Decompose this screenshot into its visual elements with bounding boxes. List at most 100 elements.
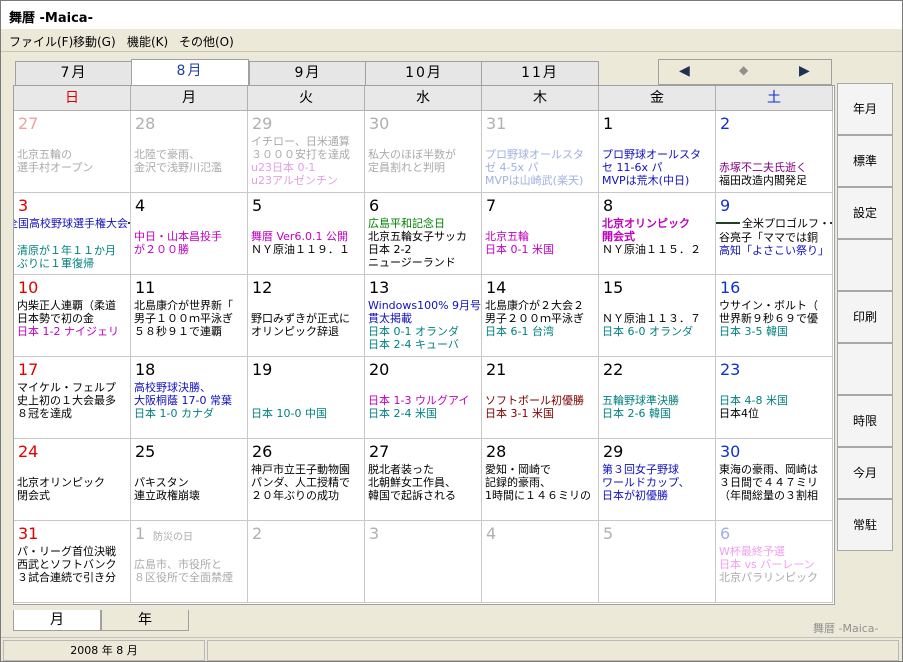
day-cell[interactable]: 2 赤塚不二夫氏逝く 福田改造内閣発足 <box>716 111 833 193</box>
day-cell[interactable]: 20 日本 1-3 ウルグアイ 日本 2-4 米国 <box>365 357 482 439</box>
event-text: マイケル・フェルプ <box>17 381 116 394</box>
day-cell[interactable]: 21 ソフトボール初優勝 日本 3-1 米国 <box>482 357 599 439</box>
day-number: 13 <box>369 278 390 297</box>
day-number: 30 <box>720 442 741 461</box>
day-cell[interactable]: 25 パキスタン 連立政権崩壊 <box>131 439 248 521</box>
tab-month-3[interactable]: 9月 <box>249 61 367 85</box>
day-number: 27 <box>369 442 390 461</box>
event-text: W杯最終予選 <box>719 545 785 558</box>
event-text: 北朝鮮女工作員、 <box>368 476 456 489</box>
tab-month-2[interactable]: 8月 <box>131 59 249 85</box>
event-text: 記録的豪雨、 <box>485 476 551 489</box>
day-number: 5 <box>252 196 263 215</box>
day-cell[interactable]: 17 マイケル・フェルプ 史上初の１大会最多 ８冠を達成 <box>14 357 131 439</box>
tab-year-view[interactable]: 年 <box>101 610 189 631</box>
day-cell[interactable]: 16 ウサイン・ボルト（ 世界新９秒６９で優 日本 3-5 韓国 <box>716 275 833 357</box>
day-cell[interactable]: 18 高校野球決勝、 大阪桐蔭 17-0 常葉 日本 1-0 カナダ <box>131 357 248 439</box>
tab-month-view[interactable]: 月 <box>13 610 101 631</box>
status-date: 2008 年 8 月 <box>3 640 205 661</box>
day-cell[interactable]: 3 全国高校野球選手権大会 清原が１年１１か月 ぶりに１軍復帰 <box>14 193 131 275</box>
calendar-grid: 日月火水木金土 27 北京五輪の 選手村オープン 28 北陸で豪雨、 金沢で浅野川氾濫 29 イ… <box>13 85 835 605</box>
day-cell[interactable]: 27 北京五輪の 選手村オープン <box>14 111 131 193</box>
event-text: 第３回女子野球 <box>602 463 679 476</box>
blank-button-1[interactable] <box>837 239 893 291</box>
day-cell[interactable]: 29 第３回女子野球 ワールドカップ、 日本が初優勝 <box>599 439 716 521</box>
event-text: 北京五輪 <box>485 230 529 243</box>
menu-function[interactable]: 機能(K) <box>127 33 168 50</box>
event-text: 北京五輪女子サッカ <box>368 230 467 243</box>
day-cell[interactable]: 7 北京五輪 日本 0-1 米国 <box>482 193 599 275</box>
weekday-header: 月 <box>131 86 248 111</box>
day-cell[interactable]: 13 Windows100% 9月号」 貫太掲載 日本 0-1 オランダ 日本 2-4 … <box>365 275 482 357</box>
weekday-header: 火 <box>248 86 365 111</box>
day-cell[interactable]: 28 北陸で豪雨、 金沢で浅野川氾濫 <box>131 111 248 193</box>
event-text: ゼ 4-5x パ <box>485 161 539 174</box>
day-cell[interactable]: 31 プロ野球オールスタゼ 4-5x パ MVPは山崎武(楽天) <box>482 111 599 193</box>
day-cell[interactable]: 11 北島康介が世界新「 男子１００ｍ平泳ぎ ５８秒９１で連覇 <box>131 275 248 357</box>
event-span-label: 全国高校野球選手権大会 <box>14 215 128 231</box>
day-cell[interactable]: 14 北島康介が２大会２ 男子２００ｍ平泳ぎ 日本 6-1 台湾 <box>482 275 599 357</box>
day-cell[interactable]: 28 愛知・岡崎で 記録的豪雨、 1時間に１４６ミリの <box>482 439 599 521</box>
day-cell[interactable]: 26 神戸市立王子動物園 パンダ、人工授精で ２０年ぶりの成功 <box>248 439 365 521</box>
day-cell[interactable]: 5 舞暦 Ver6.0.1 公開 ＮＹ原油１１９．１ <box>248 193 365 275</box>
center-icon[interactable]: ◆ <box>739 63 748 77</box>
day-cell[interactable]: 1 防災の日 広島市、市役所と ８区役所で全面禁煙 <box>131 521 248 603</box>
day-number: 21 <box>486 360 507 379</box>
day-cell[interactable]: 5 <box>599 521 716 603</box>
this-month-button[interactable]: 今月 <box>837 447 893 499</box>
day-cell[interactable]: 30 東海の豪雨、岡崎は ３日間で４４７ミリ （年間総量の３割相 <box>716 439 833 521</box>
prev-month-icon[interactable]: ◀ <box>679 63 690 79</box>
day-number: 4 <box>486 524 497 543</box>
day-cell[interactable]: 12 野口みずきが正式に オリンピック辞退 <box>248 275 365 357</box>
event-text: ＮＹ原油１１５．２ <box>602 243 701 256</box>
day-cell[interactable]: 9 全米プロゴルフ・ 谷亮子「ママでは銅 高知「よさこい祭り」 <box>716 193 833 275</box>
event-text: 広島市、市役所と <box>134 558 222 571</box>
day-cell[interactable]: 15 ＮＹ原油１１３．７ 日本 6-0 オランダ <box>599 275 716 357</box>
menu-file[interactable]: ファイル(F) <box>9 33 73 50</box>
event-text: ２０年ぶりの成功 <box>251 489 339 502</box>
day-cell[interactable]: 8 北京オリンピック 開会式 ＮＹ原油１１５．２ <box>599 193 716 275</box>
day-cell[interactable]: 23 日本 4-8 米国 日本4位 <box>716 357 833 439</box>
day-number: 6 <box>369 196 380 215</box>
day-cell[interactable]: 19 日本 10-0 中国 <box>248 357 365 439</box>
resident-button[interactable]: 常駐 <box>837 499 893 551</box>
event-text: 五輪野球準決勝 <box>602 394 679 407</box>
day-cell[interactable]: 22 五輪野球準決勝 日本 2-6 韓国 <box>599 357 716 439</box>
day-cell[interactable]: 4 <box>482 521 599 603</box>
tab-month-1[interactable]: 7月 <box>15 61 133 85</box>
day-cell[interactable]: 6 広島平和記念日 北京五輪女子サッカ 日本 2-2 ニュージーランド <box>365 193 482 275</box>
weekday-header: 土 <box>716 86 833 111</box>
menu-other[interactable]: その他(O) <box>179 33 234 50</box>
next-month-icon[interactable]: ▶ <box>799 63 810 79</box>
day-cell[interactable]: 24 北京オリンピック 閉会式 <box>14 439 131 521</box>
menu-move[interactable]: 移動(G) <box>73 33 116 50</box>
event-text: 日本 2-4 キューバ <box>368 338 459 351</box>
event-text: MVPは荒木(中日) <box>602 174 690 187</box>
year-month-button[interactable]: 年月 <box>837 83 893 135</box>
event-text: 北京パラリンピック <box>719 571 818 584</box>
event-text: 日本 3-1 米国 <box>485 407 554 420</box>
day-cell[interactable]: 3 <box>365 521 482 603</box>
time-limit-button[interactable]: 時限 <box>837 395 893 447</box>
tab-month-5[interactable]: 11月 <box>481 61 599 85</box>
day-number: 9 <box>720 196 731 215</box>
day-cell[interactable]: 31 パ・リーグ首位決戦 西武とソフトバンク ３試合連続で引き分 <box>14 521 131 603</box>
event-text: 北島康介が世界新「 <box>134 299 233 312</box>
day-cell[interactable]: 4 中日・山本昌投手 が２００勝 <box>131 193 248 275</box>
event-text: オリンピック辞退 <box>251 325 339 338</box>
tab-month-4[interactable]: 10月 <box>365 61 483 85</box>
day-cell[interactable]: 29 イチロー、日米通算 ３０００安打を達成 u23日本 0-1 u23アルゼンチン <box>248 111 365 193</box>
day-cell[interactable]: 10 内柴正人連覇（柔道 日本勢で初の金 日本 1-2 ナイジェリ <box>14 275 131 357</box>
event-text: 日本 3-5 韓国 <box>719 325 788 338</box>
day-number: 3 <box>18 196 29 215</box>
print-button[interactable]: 印刷 <box>837 291 893 343</box>
day-cell[interactable]: 2 <box>248 521 365 603</box>
standard-button[interactable]: 標準 <box>837 135 893 187</box>
blank-button-2[interactable] <box>837 343 893 395</box>
day-cell[interactable]: 1 プロ野球オールスタセ 11-6x パ MVPは荒木(中日) <box>599 111 716 193</box>
day-cell[interactable]: 27 脱北者装った 北朝鮮女工作員、 韓国で起訴される <box>365 439 482 521</box>
day-number: 26 <box>252 442 273 461</box>
day-cell[interactable]: 30 私大のほぼ半数が 定員割れと判明 <box>365 111 482 193</box>
settings-button[interactable]: 設定 <box>837 187 893 239</box>
day-cell[interactable]: 6 W杯最終予選 日本 vs バーレーン 北京パラリンピック <box>716 521 833 603</box>
